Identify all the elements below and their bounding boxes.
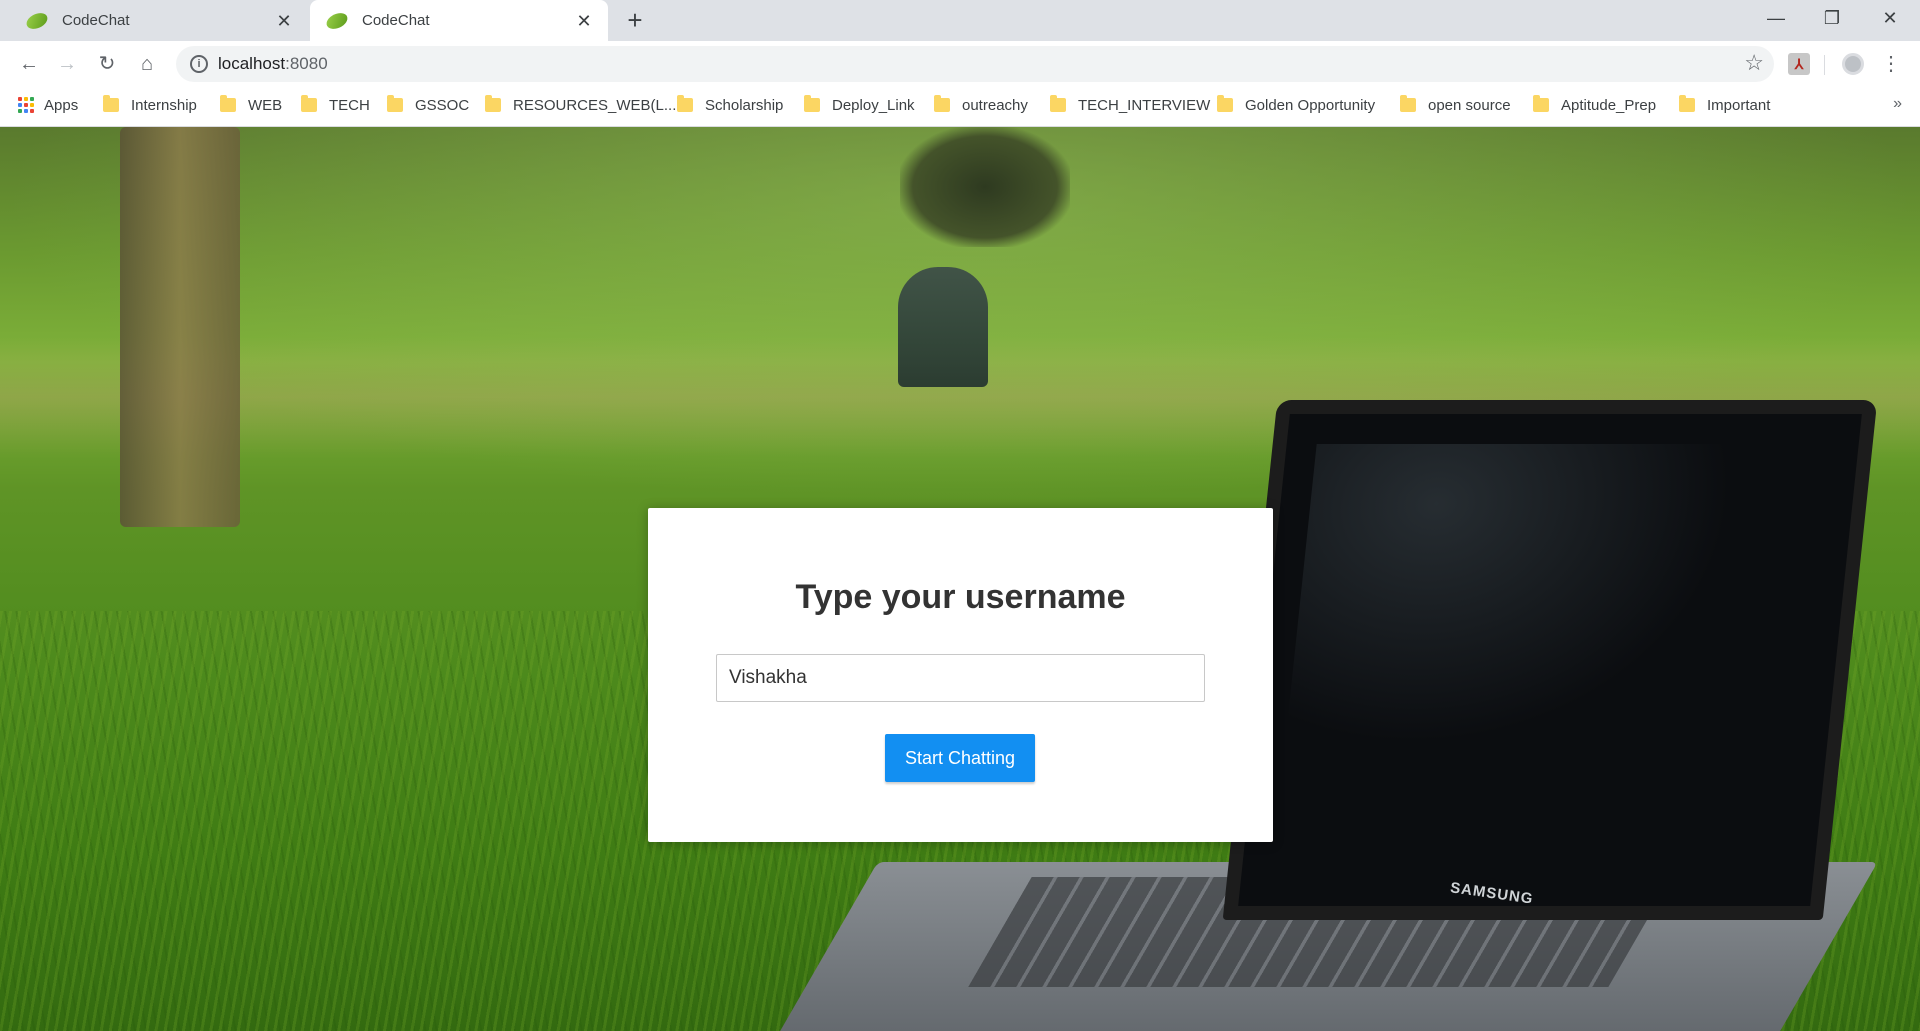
bookmark-label: Apps: [44, 96, 79, 114]
bookmark-folder-outreachy[interactable]: outreachy: [934, 87, 1028, 123]
bookmark-label: TECH: [329, 96, 370, 114]
folder-icon: [103, 95, 119, 112]
bookmark-folder-internship[interactable]: Internship: [103, 87, 197, 123]
bookmark-folder-scholarship[interactable]: Scholarship: [677, 87, 783, 123]
bookmark-label: Internship: [131, 96, 197, 114]
tab-strip: CodeChat ✕ CodeChat ✕ + — ❐ ✕: [0, 0, 1920, 41]
folder-icon: [387, 95, 403, 112]
bookmark-folder-tech[interactable]: TECH: [301, 87, 370, 123]
more-menu-icon[interactable]: ⋮: [1880, 53, 1902, 75]
tab-title: CodeChat: [62, 12, 130, 29]
folder-icon: [1533, 95, 1549, 112]
folder-icon: [1217, 95, 1233, 112]
folder-icon: [677, 95, 693, 112]
folder-icon: [301, 95, 317, 112]
folder-icon: [220, 95, 236, 112]
pdf-extension-icon[interactable]: ⅄: [1788, 53, 1810, 75]
home-icon[interactable]: ⌂: [132, 49, 162, 79]
folder-icon: [485, 95, 501, 112]
minimize-icon[interactable]: —: [1748, 0, 1804, 38]
page-viewport: SAMSUNG Type your username Start Chattin…: [0, 127, 1920, 1031]
bookmark-folder-open-source[interactable]: open source: [1400, 87, 1511, 123]
bookmark-label: Golden Opportunity: [1245, 96, 1376, 114]
bookmark-label: WEB: [248, 96, 283, 114]
close-window-icon[interactable]: ✕: [1862, 0, 1918, 38]
folder-icon: [1679, 95, 1695, 112]
back-arrow-icon[interactable]: ←: [14, 49, 44, 79]
spring-leaf-favicon-icon: [24, 9, 50, 32]
bookmark-label: Important: [1707, 96, 1771, 114]
profile-avatar-icon[interactable]: [1842, 53, 1864, 75]
restore-icon[interactable]: ❐: [1804, 0, 1860, 38]
bookmark-folder-tech-interview[interactable]: TECH_INTERVIEW: [1050, 87, 1210, 123]
address-bar[interactable]: i localhost:8080 ☆: [176, 46, 1774, 82]
bookmark-folder-web[interactable]: WEB: [220, 87, 282, 123]
bookmark-star-icon[interactable]: ☆: [1744, 50, 1764, 76]
bookmark-label: RESOURCES_WEB(L...: [513, 96, 677, 114]
username-card: Type your username Start Chatting: [648, 508, 1273, 842]
bookmarks-bar: Apps Internship WEB TECH GSSOC RESOURCES…: [0, 87, 1920, 127]
start-chatting-button[interactable]: Start Chatting: [885, 734, 1035, 782]
bookmark-folder-gssoc[interactable]: GSSOC: [387, 87, 469, 123]
bookmarks-overflow-chevron-icon[interactable]: »: [1893, 95, 1902, 113]
bookmark-folder-aptitude-prep[interactable]: Aptitude_Prep: [1533, 87, 1656, 123]
folder-icon: [804, 95, 820, 112]
folder-icon: [1400, 95, 1416, 112]
reload-icon[interactable]: ↻: [92, 49, 122, 79]
username-input[interactable]: [716, 654, 1205, 702]
tab-codechat-1[interactable]: CodeChat ✕: [10, 0, 308, 41]
bookmark-folder-important[interactable]: Important: [1679, 87, 1770, 123]
address-url[interactable]: localhost:8080: [218, 54, 328, 74]
toolbar-divider: [1824, 55, 1825, 75]
bookmark-folder-golden-opportunity[interactable]: Golden Opportunity: [1217, 87, 1375, 123]
close-tab-icon[interactable]: ✕: [574, 11, 594, 31]
tree-trunk: [120, 127, 240, 527]
bookmark-label: outreachy: [962, 96, 1028, 114]
tab-codechat-2-active[interactable]: CodeChat ✕: [310, 0, 608, 41]
bookmark-label: TECH_INTERVIEW: [1078, 96, 1211, 114]
new-tab-button[interactable]: +: [622, 7, 648, 34]
folder-icon: [1050, 95, 1066, 112]
apps-grid-icon: [18, 97, 34, 113]
bookmark-label: Scholarship: [705, 96, 784, 114]
bookmark-folder-resources-web[interactable]: RESOURCES_WEB(L...: [485, 87, 676, 123]
bookmark-label: GSSOC: [415, 96, 470, 114]
garden-post: [898, 267, 988, 387]
close-tab-icon[interactable]: ✕: [274, 11, 294, 31]
username-heading: Type your username: [795, 578, 1126, 616]
distant-tree: [900, 127, 1070, 247]
bookmark-label: Aptitude_Prep: [1561, 96, 1657, 114]
browser-toolbar: ← → ↻ ⌂ i localhost:8080 ☆ ⅄ ⋮: [0, 41, 1920, 87]
bookmark-apps[interactable]: Apps: [18, 87, 78, 123]
forward-arrow-icon[interactable]: →: [52, 49, 82, 79]
laptop-screen: [1222, 400, 1878, 920]
folder-icon: [934, 95, 950, 112]
site-info-icon[interactable]: i: [190, 55, 208, 73]
spring-leaf-favicon-icon: [324, 9, 350, 32]
tab-title: CodeChat: [362, 12, 430, 29]
bookmark-folder-deploy-link[interactable]: Deploy_Link: [804, 87, 915, 123]
bookmark-label: Deploy_Link: [832, 96, 915, 114]
bookmark-label: open source: [1428, 96, 1511, 114]
